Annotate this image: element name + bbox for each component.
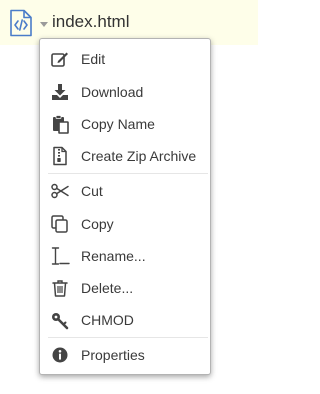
context-menu: Edit Download Copy Name Create Zip Archi… bbox=[39, 38, 211, 375]
menu-item-label: Properties bbox=[81, 347, 145, 363]
file-name[interactable]: index.html bbox=[52, 11, 129, 33]
download-icon bbox=[50, 82, 70, 102]
menu-item-cut[interactable]: Cut bbox=[40, 175, 210, 207]
menu-item-label: Edit bbox=[81, 51, 106, 67]
trash-icon bbox=[50, 278, 70, 298]
html-file-icon[interactable] bbox=[8, 9, 34, 37]
menu-item-label: Download bbox=[81, 84, 144, 100]
menu-item-download[interactable]: Download bbox=[40, 76, 210, 108]
zip-file-icon bbox=[50, 146, 70, 166]
menu-item-label: Cut bbox=[81, 183, 103, 199]
menu-item-label: Create Zip Archive bbox=[81, 148, 197, 164]
edit-icon bbox=[50, 49, 70, 69]
menu-item-edit[interactable]: Edit bbox=[40, 43, 210, 75]
menu-divider bbox=[48, 337, 208, 338]
menu-item-label: Copy bbox=[81, 216, 114, 232]
copy-icon bbox=[50, 214, 70, 234]
menu-item-copy[interactable]: Copy bbox=[40, 208, 210, 240]
menu-item-copy-name[interactable]: Copy Name bbox=[40, 108, 210, 140]
key-icon bbox=[50, 310, 70, 330]
scissors-icon bbox=[50, 181, 70, 201]
menu-item-label: Copy Name bbox=[81, 116, 155, 132]
text-cursor-icon bbox=[50, 246, 70, 266]
info-icon bbox=[50, 345, 70, 365]
menu-item-properties[interactable]: Properties bbox=[40, 339, 210, 371]
menu-item-rename[interactable]: Rename... bbox=[40, 240, 210, 272]
clipboard-icon bbox=[50, 114, 70, 134]
menu-divider bbox=[48, 173, 208, 174]
menu-item-label: Rename... bbox=[81, 248, 146, 264]
chevron-down-icon[interactable] bbox=[38, 19, 50, 29]
menu-item-delete[interactable]: Delete... bbox=[40, 272, 210, 304]
menu-item-create-zip[interactable]: Create Zip Archive bbox=[40, 140, 210, 172]
menu-item-chmod[interactable]: CHMOD bbox=[40, 304, 210, 336]
menu-item-label: Delete... bbox=[81, 280, 134, 296]
menu-item-label: CHMOD bbox=[81, 312, 134, 328]
